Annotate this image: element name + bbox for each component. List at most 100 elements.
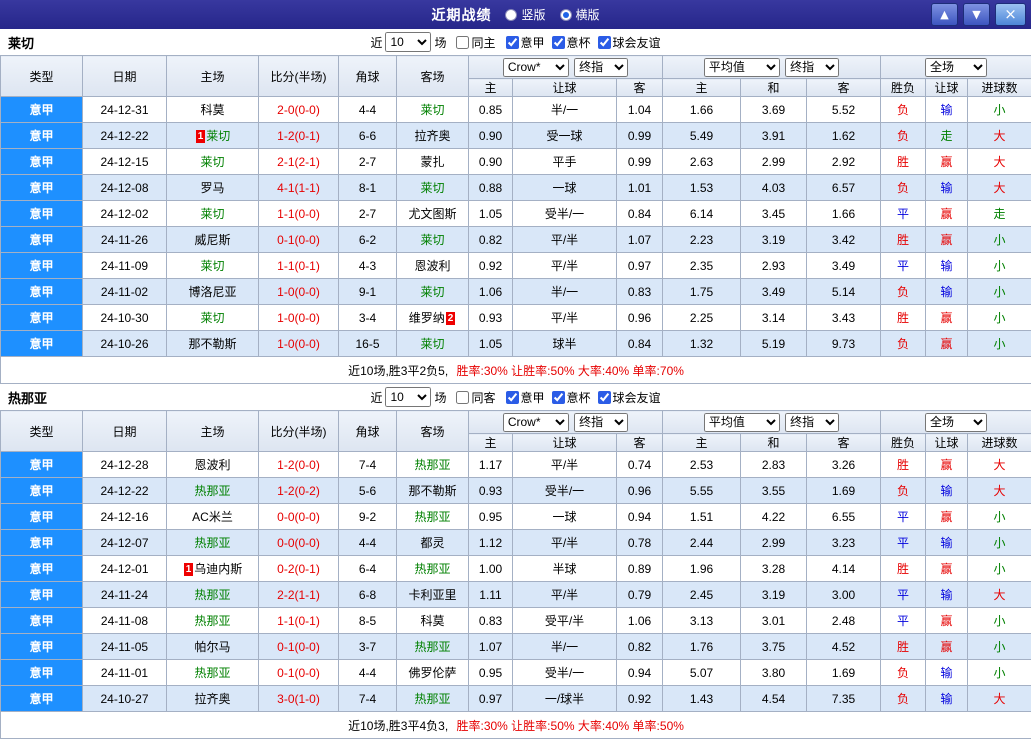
score-cell[interactable]: 3-0(1-0) xyxy=(259,686,339,712)
bookmaker-select[interactable]: Crow* xyxy=(503,413,569,432)
home-team-cell[interactable]: AC米兰 xyxy=(167,504,259,530)
score-cell[interactable]: 2-0(0-0) xyxy=(259,97,339,123)
league-filter[interactable]: 意甲 xyxy=(499,389,545,406)
radio-vertical-icon[interactable] xyxy=(505,9,517,21)
average-select[interactable]: 平均值 xyxy=(704,413,780,432)
score-cell[interactable]: 1-2(0-1) xyxy=(259,123,339,149)
fulltime-select[interactable]: 全场 xyxy=(925,413,987,432)
home-team-cell[interactable]: 莱切 xyxy=(167,305,259,331)
score-cell[interactable]: 0-2(0-1) xyxy=(259,556,339,582)
league-checkbox[interactable] xyxy=(506,36,519,49)
radio-horizontal-icon[interactable] xyxy=(560,9,572,21)
score-cell[interactable]: 4-1(1-1) xyxy=(259,175,339,201)
away-team-cell[interactable]: 维罗纳2 xyxy=(397,305,469,331)
away-team-cell[interactable]: 热那亚 xyxy=(397,686,469,712)
away-team-cell[interactable]: 莱切 xyxy=(397,97,469,123)
same-venue-checkbox[interactable] xyxy=(456,36,469,49)
home-team-cell[interactable]: 热那亚 xyxy=(167,608,259,634)
move-down-button[interactable]: ▼ xyxy=(963,3,990,26)
summary-row: 近10场,胜3平2负5, 胜率:30% 让胜率:50% 大率:40% 单率:70… xyxy=(1,357,1031,384)
away-team-cell[interactable]: 卡利亚里 xyxy=(397,582,469,608)
same-venue-filter[interactable]: 同客 xyxy=(449,389,495,406)
home-team-cell[interactable]: 科莫 xyxy=(167,97,259,123)
same-venue-filter[interactable]: 同主 xyxy=(449,34,495,51)
home-team-cell[interactable]: 恩波利 xyxy=(167,452,259,478)
away-team-cell[interactable]: 都灵 xyxy=(397,530,469,556)
handicap-result-cell: 输 xyxy=(926,253,968,279)
away-team-cell[interactable]: 热那亚 xyxy=(397,452,469,478)
bookmaker-select[interactable]: Crow* xyxy=(503,58,569,77)
score-cell[interactable]: 1-1(0-0) xyxy=(259,201,339,227)
score-cell[interactable]: 1-0(0-0) xyxy=(259,331,339,357)
score-cell[interactable]: 1-2(0-2) xyxy=(259,478,339,504)
move-up-button[interactable]: ▲ xyxy=(931,3,958,26)
handicap-stage-select[interactable]: 终指 xyxy=(574,413,628,432)
same-venue-checkbox[interactable] xyxy=(456,391,469,404)
score-cell[interactable]: 1-1(0-1) xyxy=(259,253,339,279)
home-team-cell[interactable]: 热那亚 xyxy=(167,582,259,608)
average-select[interactable]: 平均值 xyxy=(704,58,780,77)
away-team-cell[interactable]: 莱切 xyxy=(397,227,469,253)
score-cell[interactable]: 0-1(0-0) xyxy=(259,634,339,660)
home-team-cell[interactable]: 那不勒斯 xyxy=(167,331,259,357)
close-button[interactable]: × xyxy=(995,3,1026,26)
score-cell[interactable]: 1-2(0-0) xyxy=(259,452,339,478)
league-checkbox[interactable] xyxy=(506,391,519,404)
away-team-cell[interactable]: 热那亚 xyxy=(397,556,469,582)
home-team-cell[interactable]: 罗马 xyxy=(167,175,259,201)
league-filter[interactable]: 意杯 xyxy=(545,34,591,51)
layout-radio-vertical[interactable]: 竖版 xyxy=(505,6,545,23)
home-team-cell[interactable]: 热那亚 xyxy=(167,530,259,556)
score-cell[interactable]: 0-0(0-0) xyxy=(259,530,339,556)
league-filter[interactable]: 球会友谊 xyxy=(591,34,661,51)
league-checkbox[interactable] xyxy=(552,391,565,404)
league-cell: 意甲 xyxy=(1,149,83,175)
avg-draw-odds-cell: 3.75 xyxy=(741,634,807,660)
away-team-cell[interactable]: 热那亚 xyxy=(397,504,469,530)
league-filter[interactable]: 意甲 xyxy=(499,34,545,51)
home-team-cell[interactable]: 威尼斯 xyxy=(167,227,259,253)
away-team-cell[interactable]: 那不勒斯 xyxy=(397,478,469,504)
away-team-cell[interactable]: 蒙扎 xyxy=(397,149,469,175)
europe-stage-select[interactable]: 终指 xyxy=(785,58,839,77)
score-cell[interactable]: 0-1(0-0) xyxy=(259,660,339,686)
layout-radio-horizontal[interactable]: 横版 xyxy=(560,6,600,23)
europe-stage-select[interactable]: 终指 xyxy=(785,413,839,432)
away-team-cell[interactable]: 佛罗伦萨 xyxy=(397,660,469,686)
league-checkbox[interactable] xyxy=(552,36,565,49)
away-team-cell[interactable]: 科莫 xyxy=(397,608,469,634)
away-team-cell[interactable]: 莱切 xyxy=(397,279,469,305)
league-filter[interactable]: 意杯 xyxy=(545,389,591,406)
home-team-cell[interactable]: 帕尔马 xyxy=(167,634,259,660)
home-team-cell[interactable]: 1乌迪内斯 xyxy=(167,556,259,582)
away-team-cell[interactable]: 热那亚 xyxy=(397,634,469,660)
score-cell[interactable]: 1-0(0-0) xyxy=(259,279,339,305)
corners-cell: 4-4 xyxy=(339,97,397,123)
away-team-cell[interactable]: 恩波利 xyxy=(397,253,469,279)
score-cell[interactable]: 2-1(2-1) xyxy=(259,149,339,175)
home-team-cell[interactable]: 拉齐奥 xyxy=(167,686,259,712)
match-count-select[interactable]: 10 xyxy=(385,387,431,407)
score-cell[interactable]: 2-2(1-1) xyxy=(259,582,339,608)
match-count-select[interactable]: 10 xyxy=(385,32,431,52)
home-team-cell[interactable]: 热那亚 xyxy=(167,660,259,686)
score-cell[interactable]: 1-1(0-1) xyxy=(259,608,339,634)
home-team-cell[interactable]: 博洛尼亚 xyxy=(167,279,259,305)
away-team-cell[interactable]: 拉齐奥 xyxy=(397,123,469,149)
home-team-cell[interactable]: 热那亚 xyxy=(167,478,259,504)
fulltime-select[interactable]: 全场 xyxy=(925,58,987,77)
score-cell[interactable]: 0-1(0-0) xyxy=(259,227,339,253)
away-team-cell[interactable]: 莱切 xyxy=(397,331,469,357)
home-team-cell[interactable]: 1莱切 xyxy=(167,123,259,149)
score-cell[interactable]: 0-0(0-0) xyxy=(259,504,339,530)
league-checkbox[interactable] xyxy=(598,36,611,49)
handicap-stage-select[interactable]: 终指 xyxy=(574,58,628,77)
league-checkbox[interactable] xyxy=(598,391,611,404)
home-team-cell[interactable]: 莱切 xyxy=(167,253,259,279)
score-cell[interactable]: 1-0(0-0) xyxy=(259,305,339,331)
home-team-cell[interactable]: 莱切 xyxy=(167,201,259,227)
home-team-cell[interactable]: 莱切 xyxy=(167,149,259,175)
away-team-cell[interactable]: 莱切 xyxy=(397,175,469,201)
away-team-cell[interactable]: 尤文图斯 xyxy=(397,201,469,227)
league-filter[interactable]: 球会友谊 xyxy=(591,389,661,406)
